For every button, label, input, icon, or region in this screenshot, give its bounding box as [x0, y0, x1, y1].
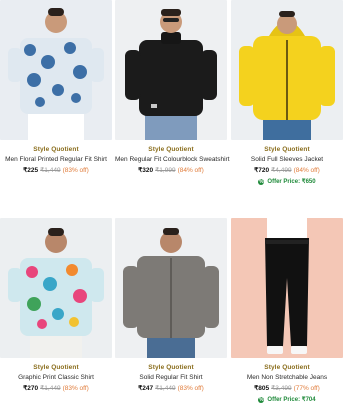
- original-price: ₹4,499: [271, 167, 292, 174]
- product-title[interactable]: Men Regular Fit Colourblock Sweatshirt: [115, 156, 230, 163]
- brand-name: Style Quotient: [33, 146, 79, 153]
- price-row: ₹247 ₹1,449 (83% off): [115, 384, 227, 392]
- offer-tag-icon: %: [258, 178, 265, 185]
- product-grid: Style Quotient Men Floral Printed Regula…: [0, 0, 343, 403]
- discount-percent: (84% off): [177, 167, 204, 174]
- product-card[interactable]: Style Quotient Men Non Stretchable Jeans…: [231, 218, 343, 403]
- product-card[interactable]: Style Quotient Solid Full Sleeves Jacket…: [231, 0, 343, 185]
- original-price: ₹3,499: [271, 385, 292, 392]
- product-image[interactable]: [115, 218, 227, 358]
- sale-price: ₹270: [23, 385, 39, 392]
- original-price: ₹1,999: [155, 167, 176, 174]
- product-card[interactable]: Style Quotient Men Floral Printed Regula…: [0, 0, 112, 174]
- brand-name: Style Quotient: [148, 146, 194, 153]
- original-price: ₹1,449: [155, 385, 176, 392]
- discount-percent: (83% off): [177, 385, 204, 392]
- discount-percent: (77% off): [293, 385, 320, 392]
- product-image[interactable]: [231, 218, 343, 358]
- product-card[interactable]: Style Quotient Solid Regular Fit Shirt ₹…: [115, 218, 227, 392]
- product-image[interactable]: [231, 0, 343, 140]
- product-title[interactable]: Graphic Print Classic Shirt: [0, 374, 112, 381]
- product-image[interactable]: [0, 218, 112, 358]
- sale-price: ₹720: [254, 167, 270, 174]
- product-card[interactable]: Style Quotient Graphic Print Classic Shi…: [0, 218, 112, 392]
- original-price: ₹1,449: [40, 167, 61, 174]
- brand-name: Style Quotient: [264, 364, 310, 371]
- offer-price: % Offer Price: ₹650: [231, 178, 343, 185]
- product-title[interactable]: Solid Full Sleeves Jacket: [231, 156, 343, 163]
- price-row: ₹720 ₹4,499 (84% off): [231, 166, 343, 174]
- brand-name: Style Quotient: [33, 364, 79, 371]
- product-image[interactable]: [115, 0, 227, 140]
- offer-price-text: Offer Price: ₹650: [267, 179, 316, 185]
- brand-name: Style Quotient: [264, 146, 310, 153]
- sale-price: ₹247: [138, 385, 154, 392]
- price-row: ₹225 ₹1,449 (83% off): [0, 166, 112, 174]
- brand-name: Style Quotient: [148, 364, 194, 371]
- product-image[interactable]: [0, 0, 112, 140]
- product-title[interactable]: Solid Regular Fit Shirt: [115, 374, 227, 381]
- product-card[interactable]: Style Quotient Men Regular Fit Colourblo…: [115, 0, 230, 174]
- discount-percent: (84% off): [293, 167, 320, 174]
- sale-price: ₹320: [138, 167, 154, 174]
- discount-percent: (83% off): [62, 385, 89, 392]
- product-title[interactable]: Men Non Stretchable Jeans: [231, 374, 343, 381]
- sale-price: ₹225: [23, 167, 39, 174]
- price-row: ₹320 ₹1,999 (84% off): [115, 166, 227, 174]
- product-title[interactable]: Men Floral Printed Regular Fit Shirt: [0, 156, 112, 163]
- discount-percent: (83% off): [62, 167, 89, 174]
- price-row: ₹805 ₹3,499 (77% off): [231, 384, 343, 392]
- sale-price: ₹805: [254, 385, 270, 392]
- original-price: ₹1,449: [40, 385, 61, 392]
- price-row: ₹270 ₹1,449 (83% off): [0, 384, 112, 392]
